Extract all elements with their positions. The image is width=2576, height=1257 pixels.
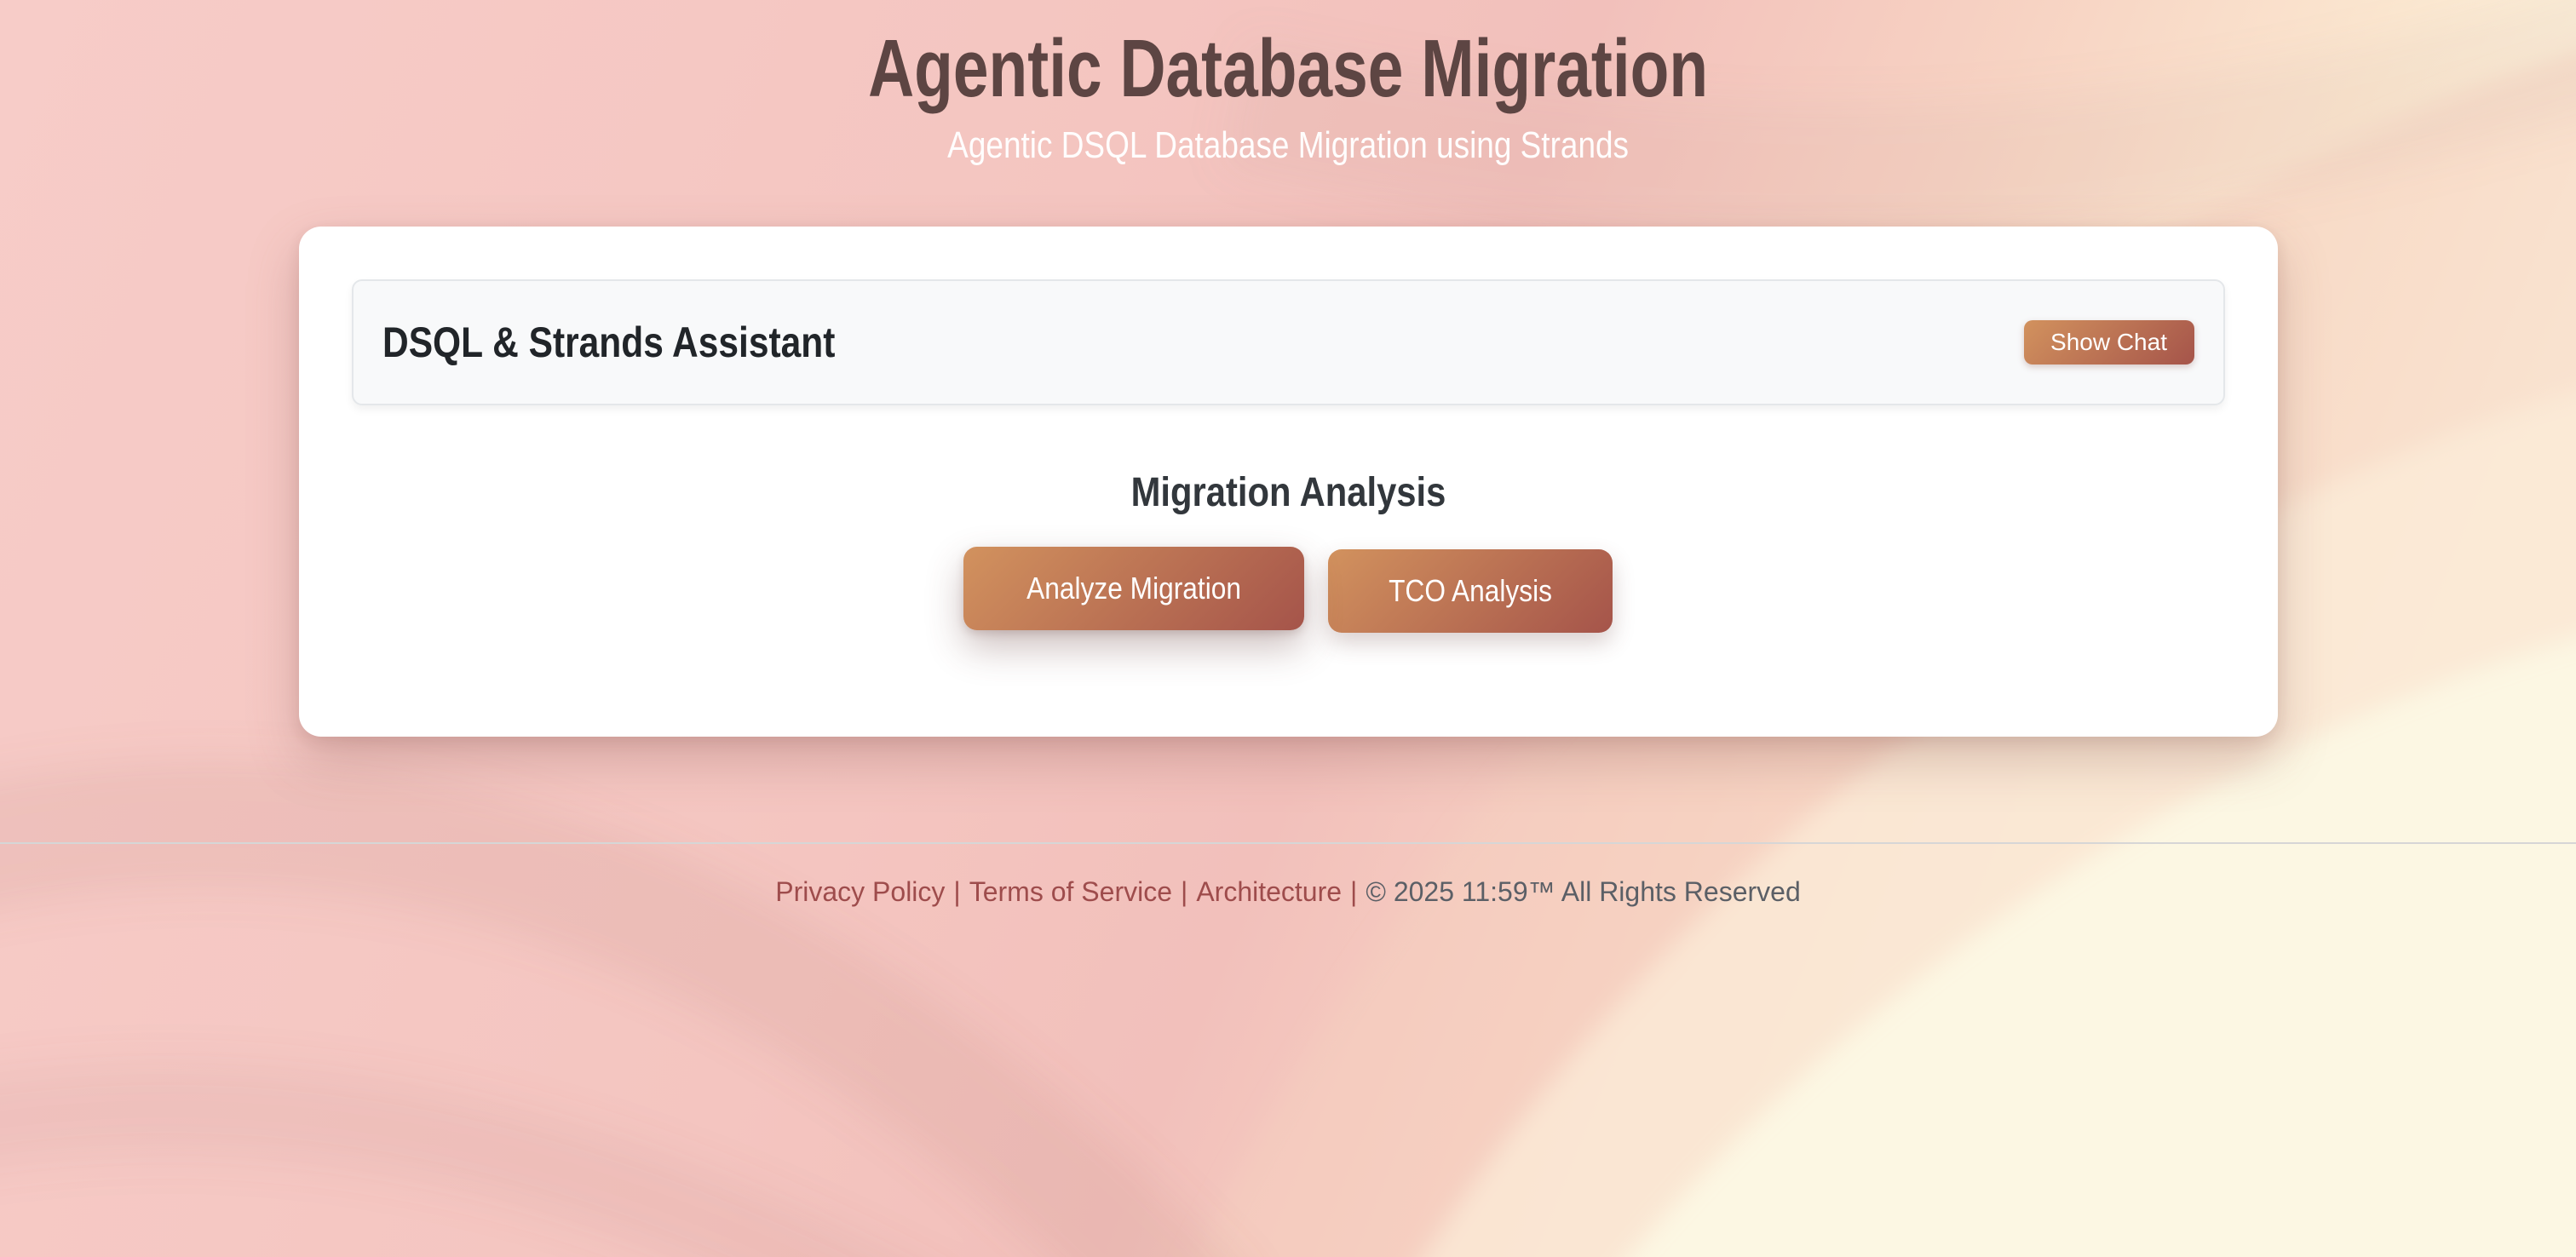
hero-header: Agentic Database Migration Agentic DSQL …	[0, 0, 2576, 170]
page-subtitle: Agentic DSQL Database Migration using St…	[947, 121, 1629, 169]
footer-separator: |	[1350, 876, 1357, 907]
footer-link-privacy-policy[interactable]: Privacy Policy	[775, 876, 945, 907]
footer-divider	[0, 842, 2576, 844]
migration-analysis-section: Migration Analysis Analyze Migration TCO…	[352, 405, 2225, 634]
assistant-title: DSQL & Strands Assistant	[382, 318, 835, 367]
footer-copyright: © 2025 11:59™ All Rights Reserved	[1366, 876, 1800, 907]
analyze-migration-button[interactable]: Analyze Migration	[963, 547, 1304, 630]
tco-analysis-label: TCO Analysis	[1389, 573, 1552, 609]
page-title: Agentic Database Migration	[868, 22, 1708, 116]
footer-link-terms-of-service[interactable]: Terms of Service	[969, 876, 1172, 907]
show-chat-button[interactable]: Show Chat	[2024, 320, 2194, 364]
footer-link-architecture[interactable]: Architecture	[1196, 876, 1342, 907]
page-background: Agentic Database Migration Agentic DSQL …	[0, 0, 2576, 1257]
footer: Privacy Policy | Terms of Service | Architec…	[0, 873, 2576, 911]
migration-analysis-heading: Migration Analysis	[1130, 468, 1446, 518]
analysis-button-row: Analyze Migration TCO Analysis	[352, 549, 2225, 633]
assistant-header-bar: DSQL & Strands Assistant Show Chat	[352, 279, 2225, 405]
main-card: DSQL & Strands Assistant Show Chat Migra…	[299, 227, 2278, 738]
tco-analysis-button[interactable]: TCO Analysis	[1328, 549, 1613, 633]
analyze-migration-label: Analyze Migration	[1026, 571, 1241, 606]
footer-separator: |	[953, 876, 960, 907]
footer-separator: |	[1181, 876, 1187, 907]
